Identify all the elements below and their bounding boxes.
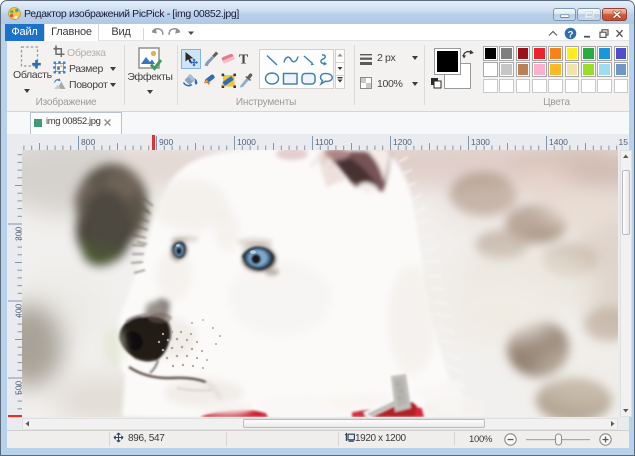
svg-text:1300: 1300	[471, 137, 490, 147]
svg-text:1400: 1400	[549, 137, 568, 147]
svg-text:15: 15	[619, 137, 629, 147]
svg-text:1100: 1100	[315, 137, 334, 147]
svg-text:T: T	[239, 53, 249, 68]
svg-text:800: 800	[81, 137, 95, 147]
svg-text:?: ?	[568, 29, 574, 40]
svg-text:900: 900	[159, 137, 173, 147]
svg-text:1000: 1000	[237, 137, 256, 147]
svg-text:1200: 1200	[393, 137, 412, 147]
